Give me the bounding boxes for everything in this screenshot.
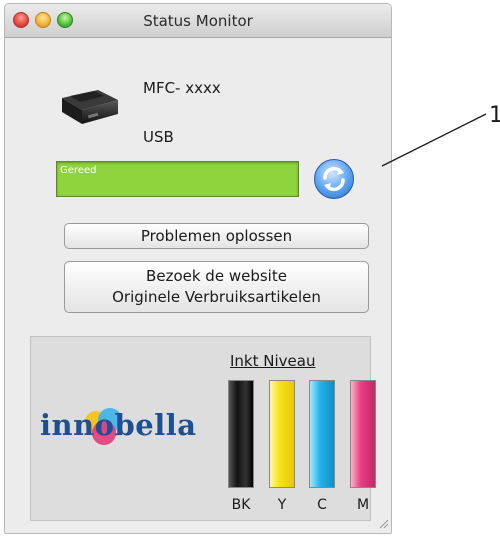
ink-level-heading: Inkt Niveau (230, 352, 316, 370)
window-title: Status Monitor (143, 12, 253, 30)
ink-label-y: Y (277, 497, 287, 513)
printer-model-label: MFC- xxxx (143, 79, 221, 97)
callout-number: 1 (489, 103, 500, 128)
visit-website-button[interactable]: Bezoek de website Originele Verbruiksart… (64, 261, 369, 313)
title-bar: Status Monitor (5, 4, 391, 38)
troubleshoot-button[interactable]: Problemen oplossen (64, 223, 369, 249)
innobella-logo-text: innobella (40, 408, 197, 442)
refresh-button[interactable] (314, 159, 354, 199)
refresh-icon (323, 166, 345, 192)
connection-type-label: USB (143, 128, 174, 146)
status-text: Gereed (60, 165, 97, 176)
ink-cartridge-bk (228, 380, 254, 488)
ink-label-bk: BK (231, 497, 251, 513)
visit-website-line1: Bezoek de website (146, 267, 287, 285)
status-display: Gereed (56, 161, 299, 197)
ink-label-m: M (356, 497, 370, 513)
ink-label-c: C (317, 497, 327, 513)
visit-website-line2: Originele Verbruiksartikelen (112, 288, 321, 306)
ink-cartridge-y (269, 380, 295, 488)
printer-icon (62, 90, 118, 124)
ink-cartridge-c (309, 380, 335, 488)
ink-cartridge-m (350, 380, 376, 488)
